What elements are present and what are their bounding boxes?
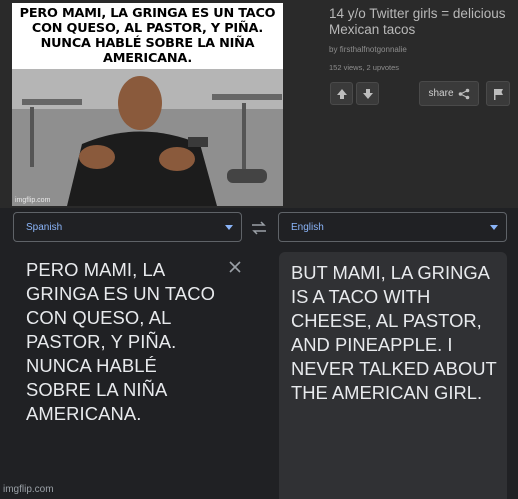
flag-icon [493, 88, 503, 100]
share-button[interactable]: share [419, 81, 479, 106]
target-language-label: English [291, 221, 324, 233]
swap-languages-button[interactable] [250, 220, 268, 236]
meme-caption: PERO MAMI, LA GRINGA ES UN TACO CON QUES… [12, 3, 283, 69]
author-link[interactable]: firsthalfnotgonnalie [340, 45, 407, 54]
swap-icon [252, 221, 266, 235]
source-language-label: Spanish [26, 221, 63, 233]
arrow-down-icon [362, 88, 373, 99]
chevron-down-icon [225, 224, 233, 230]
imgflip-post: PERO MAMI, LA GRINGA ES UN TACO CON QUES… [0, 0, 518, 208]
translate-panel: Spanish English PERO MAMI, LA GRINGA ES … [0, 208, 518, 499]
chevron-down-icon [490, 224, 498, 230]
source-language-select[interactable]: Spanish [13, 212, 242, 242]
flag-button[interactable] [486, 81, 510, 106]
source-text-input[interactable]: PERO MAMI, LA GRINGA ES UN TACO CON QUES… [26, 258, 226, 426]
share-label: share [428, 88, 454, 99]
clear-text-button[interactable] [228, 260, 242, 274]
meme-watermark: imgflip.com [15, 197, 51, 204]
photo-illustration [12, 69, 283, 206]
upvote-button[interactable] [330, 82, 353, 105]
downvote-button[interactable] [356, 82, 379, 105]
translation-output-text: BUT MAMI, LA GRINGA IS A TACO WITH CHEES… [291, 262, 497, 403]
target-language-select[interactable]: English [278, 212, 507, 242]
meme-image[interactable]: PERO MAMI, LA GRINGA ES UN TACO CON QUES… [12, 3, 283, 206]
arrow-up-icon [336, 88, 347, 99]
meme-photo [12, 69, 283, 206]
imgflip-watermark: imgflip.com [3, 484, 54, 495]
translation-output-box: BUT MAMI, LA GRINGA IS A TACO WITH CHEES… [279, 252, 507, 499]
close-icon [229, 261, 241, 273]
post-title[interactable]: 14 y/o Twitter girls = delicious Mexican… [329, 6, 509, 38]
share-icon [458, 88, 469, 99]
byline-prefix: by [329, 45, 338, 54]
post-stats: 152 views, 2 upvotes [329, 63, 400, 72]
post-byline: by firsthalfnotgonnalie [329, 45, 407, 54]
